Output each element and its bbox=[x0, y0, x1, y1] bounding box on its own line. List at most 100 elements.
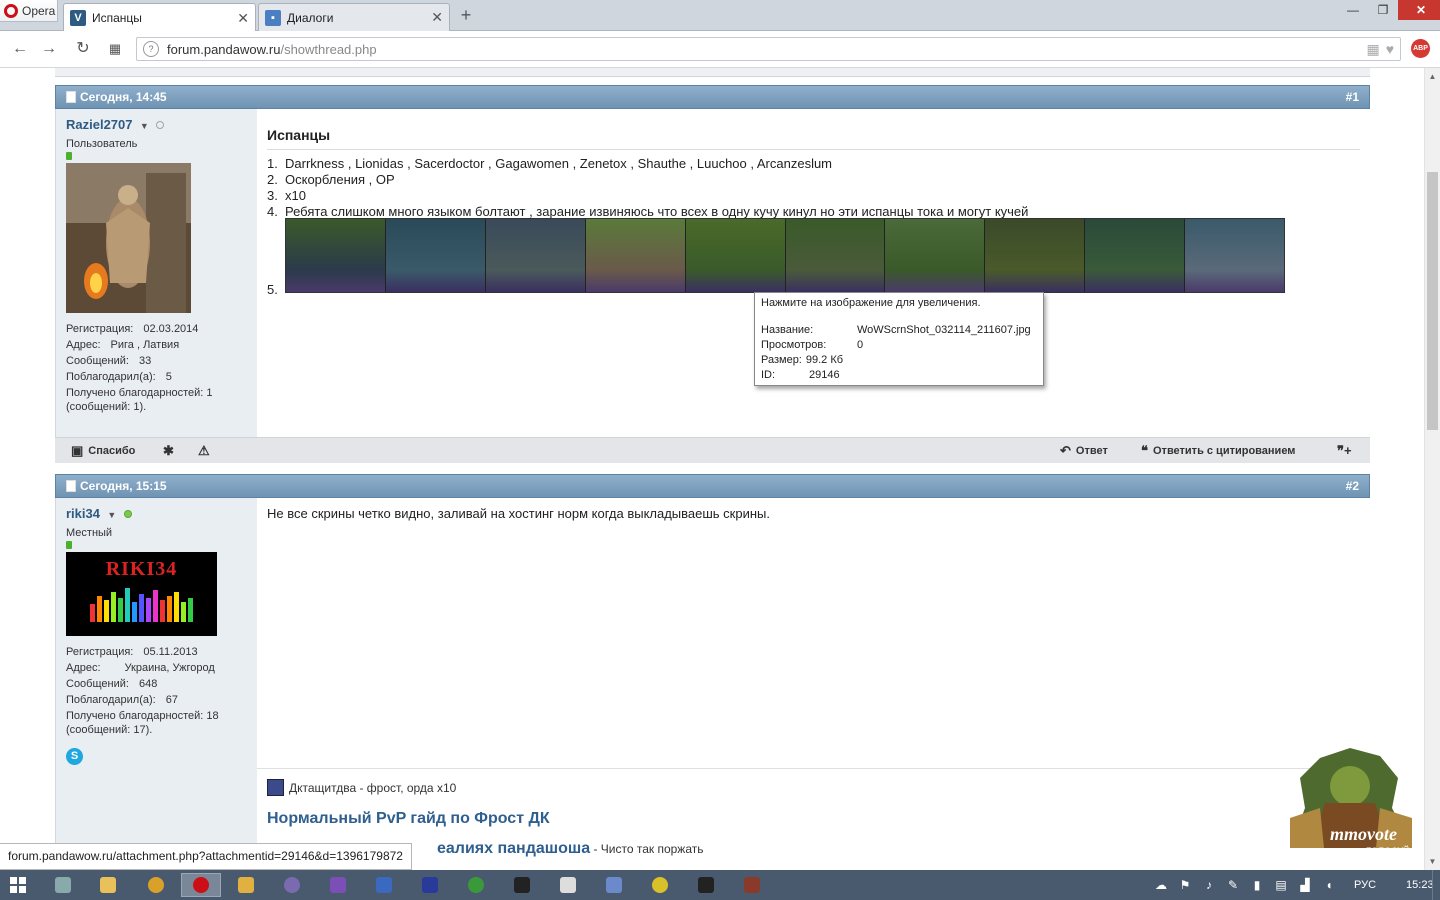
taskbar-app-icon[interactable] bbox=[43, 873, 83, 897]
grid-icon[interactable]: ▦ bbox=[1366, 41, 1379, 58]
pandawow-favicon-icon: V bbox=[70, 10, 86, 26]
language-indicator[interactable]: РУС bbox=[1354, 879, 1376, 891]
thanks-button[interactable]: ▣ Спасибо bbox=[71, 443, 135, 459]
attachment-thumbnail[interactable] bbox=[785, 219, 886, 292]
report-button[interactable]: ⚠ bbox=[198, 443, 210, 459]
url-path: /showthread.php bbox=[280, 41, 377, 57]
scroll-thumb[interactable] bbox=[1427, 172, 1438, 430]
opera-taskbar-icon[interactable] bbox=[181, 873, 221, 897]
attachment-thumbnail[interactable] bbox=[885, 219, 986, 292]
attachment-thumbnail[interactable] bbox=[985, 219, 1086, 292]
cloud-icon[interactable]: ☁ bbox=[1154, 878, 1168, 892]
url-actions: ▦ ♥ bbox=[1366, 41, 1394, 58]
taskbar-app-icon[interactable] bbox=[640, 873, 680, 897]
flag-icon[interactable]: ⚑ bbox=[1178, 878, 1192, 892]
attachment-thumbnail[interactable] bbox=[1085, 219, 1186, 292]
taskbar-app-icon[interactable] bbox=[594, 873, 634, 897]
back-button[interactable]: ← bbox=[9, 39, 31, 59]
tooltip-row: Название: WoWScrnShot_032114_211607.jpg bbox=[761, 323, 1037, 338]
taskbar-app-icon[interactable] bbox=[502, 873, 542, 897]
mmovote-sub: ГОЛОСУЙ bbox=[1366, 846, 1410, 856]
reply-button[interactable]: ↶ Ответ bbox=[1060, 443, 1108, 459]
taskbar-app-icon[interactable] bbox=[686, 873, 726, 897]
taskbar-app-icon[interactable] bbox=[410, 873, 450, 897]
vertical-scrollbar[interactable]: ▲ ▼ bbox=[1424, 68, 1440, 870]
reload-button[interactable]: ↻ bbox=[72, 39, 94, 59]
class-icon bbox=[267, 779, 284, 796]
dialog-favicon-icon: ▪ bbox=[265, 9, 281, 26]
attachment-thumbnail[interactable] bbox=[585, 219, 686, 292]
battery-icon[interactable]: ▮ bbox=[1250, 878, 1264, 892]
attachment-thumbnail[interactable] bbox=[685, 219, 786, 292]
attachment-thumbnails[interactable] bbox=[285, 218, 1285, 293]
forward-button[interactable]: → bbox=[38, 39, 60, 59]
restore-button[interactable]: ❐ bbox=[1368, 0, 1398, 20]
attachment-thumbnail[interactable] bbox=[1185, 219, 1285, 292]
tab-close-icon[interactable]: ✕ bbox=[237, 10, 249, 27]
signature-guide-link[interactable]: Нормальный PvP гайд по Фрост ДК bbox=[267, 810, 1360, 828]
wow-icon[interactable] bbox=[136, 873, 176, 897]
tools-icon[interactable]: ✎ bbox=[1226, 878, 1240, 892]
taskbar-app-icon[interactable] bbox=[272, 873, 312, 897]
speed-dial-icon[interactable]: ▦ bbox=[104, 39, 126, 59]
taskbar-app-icon[interactable] bbox=[364, 873, 404, 897]
avatar[interactable] bbox=[66, 163, 191, 313]
post-number-link[interactable]: #2 bbox=[1346, 479, 1359, 493]
tab-ispantsy[interactable]: V Испанцы ✕ bbox=[63, 3, 256, 32]
speaker-icon[interactable]: ♪ bbox=[1202, 878, 1216, 892]
detail-value: 648 bbox=[138, 678, 158, 690]
network-icon[interactable]: ▤ bbox=[1274, 878, 1288, 892]
quote-reply-button[interactable]: ❝ Ответить с цитированием bbox=[1141, 443, 1295, 459]
show-desktop-button[interactable] bbox=[1432, 870, 1440, 900]
visual-studio-icon[interactable] bbox=[318, 873, 358, 897]
multiquote-button[interactable]: ❞+ bbox=[1337, 443, 1352, 459]
explorer-icon[interactable] bbox=[88, 873, 128, 897]
avatar[interactable]: RIKI34 bbox=[66, 552, 217, 636]
address-bar[interactable]: ? forum.pandawow.ru /showthread.php ▦ ♥ bbox=[136, 37, 1401, 61]
close-window-button[interactable]: ✕ bbox=[1398, 0, 1440, 20]
user-menu-arrow-icon[interactable]: ▼ bbox=[107, 510, 116, 520]
windows-taskbar: ☁ ⚑ ♪ ✎ ▮ ▤ ▟ ◖ РУС 15:23 bbox=[0, 870, 1440, 900]
user-menu-arrow-icon[interactable]: ▼ bbox=[140, 121, 149, 131]
username-link[interactable]: riki34 bbox=[66, 506, 100, 521]
post-header-1: Сегодня, 14:45 #1 bbox=[55, 85, 1370, 109]
username-link[interactable]: Raziel2707 bbox=[66, 117, 133, 132]
attachment-thumbnail[interactable] bbox=[385, 219, 486, 292]
scroll-down-icon[interactable]: ▼ bbox=[1425, 857, 1440, 866]
signature-suffix: - Чисто так поржать bbox=[590, 842, 704, 856]
taskbar-app-icon[interactable] bbox=[226, 873, 266, 897]
heart-icon[interactable]: ♥ bbox=[1386, 41, 1394, 58]
scroll-up-icon[interactable]: ▲ bbox=[1425, 72, 1440, 81]
attachment-thumbnail[interactable] bbox=[286, 219, 386, 292]
signature-text: Дктащитдва - фрост, орда x10 bbox=[289, 780, 457, 795]
mmovote-badge[interactable]: mmovote ГОЛОСУЙ bbox=[1280, 748, 1420, 868]
reputation-icon bbox=[66, 541, 72, 549]
post-header-2: Сегодня, 15:15 #2 bbox=[55, 474, 1370, 498]
post-number-link[interactable]: #1 bbox=[1346, 90, 1359, 104]
user-details: Регистрация: 02.03.2014 Адрес: Рига , Латв… bbox=[66, 321, 247, 413]
detail-value: 05.11.2013 bbox=[143, 646, 198, 658]
skype-icon[interactable]: S bbox=[66, 748, 83, 765]
post-text: Не все скрины четко видно, заливай на хо… bbox=[267, 506, 771, 521]
volume-icon[interactable]: ◖ bbox=[1322, 878, 1336, 892]
site-info-icon[interactable]: ? bbox=[143, 41, 159, 57]
taskbar-app-icon[interactable] bbox=[548, 873, 588, 897]
attachment-thumbnail[interactable] bbox=[485, 219, 586, 292]
adblock-plus-icon[interactable]: ABP bbox=[1411, 39, 1430, 58]
clock[interactable]: 15:23 bbox=[1406, 879, 1434, 891]
star-icon: ✱ bbox=[163, 442, 174, 458]
start-button[interactable] bbox=[10, 877, 26, 893]
new-tab-button[interactable]: + bbox=[456, 5, 476, 26]
signature-link-2[interactable]: еалиях пандашоша bbox=[437, 840, 590, 857]
tab-dialogi[interactable]: ▪ Диалоги ✕ bbox=[258, 3, 450, 31]
tooltip-key: Название: bbox=[761, 324, 814, 336]
chrome-icon[interactable] bbox=[456, 873, 496, 897]
online-status-icon bbox=[123, 510, 132, 518]
taskbar-app-icon[interactable] bbox=[732, 873, 772, 897]
reputation-button[interactable]: ✱ bbox=[163, 443, 174, 459]
minimize-button[interactable]: — bbox=[1338, 0, 1368, 20]
signal-icon[interactable]: ▟ bbox=[1298, 878, 1312, 892]
opera-menu-button[interactable]: Opera bbox=[0, 0, 58, 22]
post-footer-1: ▣ Спасибо ✱ ⚠ ↶ Ответ ❝ Ответить с цитир… bbox=[55, 437, 1370, 463]
tab-close-icon[interactable]: ✕ bbox=[431, 9, 443, 26]
